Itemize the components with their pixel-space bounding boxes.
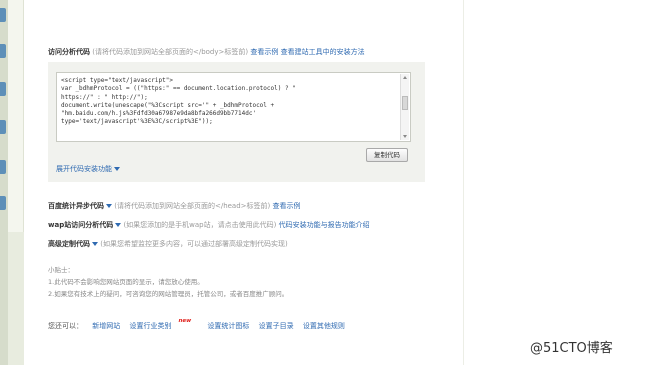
set-industry-link[interactable]: 设置行业类别 — [129, 322, 171, 330]
watermark: @51CTO博客 — [530, 341, 613, 356]
sync-code-title[interactable]: 百度统计异步代码 — [48, 202, 104, 210]
edge-tab[interactable] — [0, 82, 6, 96]
code-scrollbar[interactable] — [400, 74, 409, 140]
scroll-down-icon[interactable] — [403, 135, 407, 138]
tips-line: 1.此代码不会影响您网站页面的显示，请您放心使用。 — [48, 278, 204, 286]
copy-code-button[interactable]: 复制代码 — [366, 148, 408, 162]
wap-code-title[interactable]: wap站访问分析代码 — [48, 221, 113, 229]
new-badge: new — [178, 318, 192, 324]
chevron-down-icon[interactable] — [115, 223, 122, 227]
sync-code-row: 百度统计异步代码 (请将代码添加到网站全部页面的</head>标签前) 查看示例 — [48, 201, 301, 211]
chevron-down-icon — [114, 167, 120, 171]
install-method-link[interactable]: 查看建站工具中的安装方法 — [281, 48, 365, 56]
edge-tab[interactable] — [0, 8, 6, 22]
left-panel — [8, 0, 24, 232]
left-edge-strip — [0, 0, 8, 365]
chevron-down-icon[interactable] — [92, 242, 98, 246]
scroll-thumb[interactable] — [402, 96, 408, 110]
more-actions-label: 您还可以： — [48, 322, 83, 330]
wap-code-row: wap站访问分析代码 (如果您添加的是手机wap站，请点击使用此代码) 代码安装… — [48, 220, 370, 230]
view-example-link[interactable]: 查看示例 — [250, 48, 278, 56]
section-hint: (请将代码添加到网站全部页面的</body>标签前) — [92, 48, 249, 56]
more-actions-row: 您还可以： 新增网站 设置行业类别 new 设置统计图标 设置子目录 设置其他规则 — [48, 318, 352, 331]
edge-tab[interactable] — [0, 120, 6, 134]
section-title: 访问分析代码 — [48, 48, 90, 56]
scroll-up-icon[interactable] — [403, 76, 407, 79]
add-site-link[interactable]: 新增网站 — [92, 322, 120, 330]
tips-line: 2.如果您有技术上的疑问，可咨询您的网站管理员，托管公司，或者百度推广顾问。 — [48, 290, 289, 298]
wap-feature-link[interactable]: 代码安装功能与报告功能介绍 — [279, 221, 370, 229]
sync-view-example-link[interactable]: 查看示例 — [273, 202, 301, 210]
tips-heading: 小贴士： — [48, 266, 74, 274]
code-text: <script type="text/javascript"> var _bdhm… — [61, 77, 296, 126]
set-subdirectory-link[interactable]: 设置子目录 — [259, 322, 294, 330]
edge-tab[interactable] — [0, 44, 6, 58]
code-textarea[interactable]: <script type="text/javascript"> var _bdhm… — [56, 72, 411, 142]
edge-tab[interactable] — [0, 160, 6, 174]
analytics-code-header: 访问分析代码 (请将代码添加到网站全部页面的</body>标签前) 查看示例 查… — [48, 47, 365, 57]
custom-code-row: 高级定制代码 (如果您希望监控更多内容，可以通过部署高级定制代码实现) — [48, 239, 288, 249]
edge-tab[interactable] — [0, 196, 6, 210]
wap-code-hint: (如果您添加的是手机wap站，请点击使用此代码) — [123, 221, 277, 229]
code-panel: <script type="text/javascript"> var _bdhm… — [48, 62, 425, 182]
sync-code-hint: (请将代码添加到网站全部页面的</head>标签前) — [114, 202, 271, 210]
expand-install-link[interactable]: 展开代码安装功能 — [56, 164, 120, 174]
custom-code-title[interactable]: 高级定制代码 — [48, 240, 90, 248]
custom-code-hint: (如果您希望监控更多内容，可以通过部署高级定制代码实现) — [100, 240, 288, 248]
chevron-down-icon[interactable] — [106, 204, 112, 208]
tips-box: 小贴士： 1.此代码不会影响您网站页面的显示，请您放心使用。 2.如果您有技术上… — [48, 264, 288, 300]
set-other-rules-link[interactable]: 设置其他规则 — [303, 322, 345, 330]
set-stats-icon-link[interactable]: 设置统计图标 — [207, 322, 249, 330]
content-divider — [463, 0, 464, 365]
left-panel-lower — [8, 232, 24, 365]
